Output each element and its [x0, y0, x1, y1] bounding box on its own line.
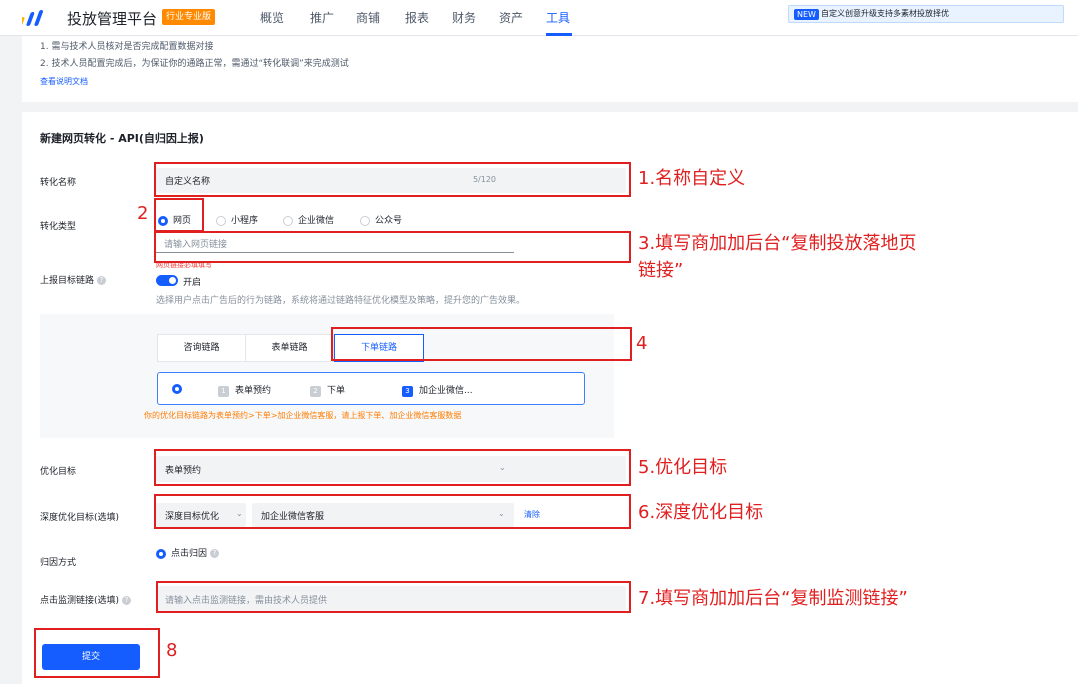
nav-item-shops[interactable]: 商铺 [356, 9, 380, 26]
help-icon[interactable]: ? [210, 549, 220, 558]
chain-label: 上报目标链路? [40, 273, 107, 286]
nav-item-promotion[interactable]: 推广 [310, 9, 334, 26]
annotation-5: 5.优化目标 [638, 457, 728, 478]
chain-toggle-label: 开启 [183, 278, 202, 288]
radio-checked-icon [156, 548, 166, 559]
tips-card: 1. 需与技术人员核对是否完成配置数据对接 2. 技术人员配置完成后，为保证你的… [22, 36, 1078, 102]
step-3: 3 加企业微信... [402, 383, 473, 397]
annotation-box-3 [154, 231, 631, 263]
nav-item-finance[interactable]: 财务 [452, 9, 476, 26]
top-nav: 投放管理平台 行业专业版 概览 推广 商铺 报表 财务 资产 工具 NEW 自定… [0, 0, 1078, 36]
annotation-box-2 [154, 198, 204, 232]
annotation-box-1 [154, 162, 631, 197]
goal-label: 优化目标 [40, 467, 77, 477]
tab-form-chain[interactable]: 表单链路 [246, 335, 334, 361]
annotation-box-5 [154, 449, 631, 486]
annotation-box-8 [34, 628, 160, 678]
annotation-3-line1: 3.填写商加加后台“复制投放落地页 [638, 233, 917, 254]
form-title: 新建网页转化 - API(自归因上报) [40, 132, 204, 145]
doc-link[interactable]: 查看说明文档 [40, 76, 88, 87]
monitor-label: 点击监测链接(选填)? [40, 593, 132, 606]
radio-icon [216, 215, 226, 226]
annotation-7: 7.填写商加加后台“复制监测链接” [638, 588, 908, 609]
annotation-6: 6.深度优化目标 [638, 502, 764, 523]
annotation-box-4 [331, 327, 632, 361]
help-icon[interactable]: ? [97, 276, 107, 285]
edition-badge: 行业专业版 [162, 9, 216, 25]
annotation-4: 4 [636, 333, 648, 354]
attribution-option-click[interactable]: 点击归因? [156, 546, 220, 560]
nav-item-tools[interactable]: 工具 [546, 9, 570, 26]
annotation-3-line2: 链接” [638, 260, 684, 281]
chain-description: 选择用户点击广告后的行为链路，系统将通过链路特征优化模型及策略，提升您的广告效果… [156, 296, 526, 306]
new-badge: NEW [794, 9, 819, 20]
tab-consult-chain[interactable]: 咨询链路 [158, 335, 246, 361]
deep-goal-label: 深度优化目标(选填) [40, 513, 120, 523]
step-1: 1 表单预约 [218, 383, 271, 397]
notice-banner[interactable]: NEW 自定义创意升级支持多素材投放择优 [788, 5, 1064, 23]
tip-line-2: 2. 技术人员配置完成后，为保证你的通路正常，需通过“转化联调”来完成测试 [40, 59, 349, 69]
name-label: 转化名称 [40, 178, 77, 188]
annotation-8: 8 [166, 640, 178, 661]
type-option-official-account[interactable]: 公众号 [360, 213, 402, 227]
annotation-1: 1.名称自定义 [638, 168, 746, 189]
chain-tip: 你的优化目标链路为表单预约>下单>加企业微信客服，请上报下单、加企业微信客服数据 [144, 411, 462, 420]
nav-item-reports[interactable]: 报表 [405, 9, 429, 26]
type-option-wecom[interactable]: 企业微信 [283, 213, 334, 227]
annotation-box-6 [154, 494, 631, 529]
nav-item-assets[interactable]: 资产 [499, 9, 523, 26]
annotation-box-7 [156, 581, 631, 613]
radio-checked-icon [172, 384, 182, 394]
logo-icon [22, 10, 44, 26]
brand-title: 投放管理平台 [67, 10, 158, 28]
type-option-miniprogram[interactable]: 小程序 [216, 213, 258, 227]
radio-icon [360, 215, 370, 226]
chain-steps[interactable]: 1 表单预约 2 下单 3 加企业微信... [157, 372, 585, 405]
chain-toggle[interactable] [156, 275, 178, 286]
tip-line-1: 1. 需与技术人员核对是否完成配置数据对接 [40, 42, 214, 52]
type-label: 转化类型 [40, 222, 77, 232]
attribution-label: 归因方式 [40, 558, 77, 568]
nav-item-overview[interactable]: 概览 [260, 9, 284, 26]
notice-text: 自定义创意升级支持多素材投放择优 [821, 9, 949, 18]
annotation-2: 2 [137, 203, 149, 224]
step-2: 2 下单 [310, 383, 345, 397]
radio-icon [283, 215, 293, 226]
help-icon[interactable]: ? [122, 596, 132, 605]
toggle-knob [169, 277, 176, 284]
